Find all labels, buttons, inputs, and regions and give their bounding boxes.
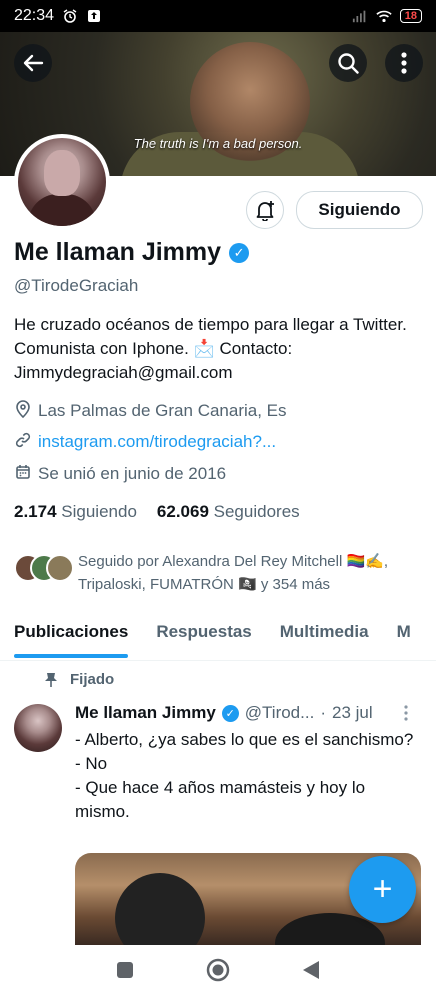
avatar-head	[44, 150, 80, 196]
profile-name: Me llaman Jimmy	[14, 238, 222, 266]
profile-location: Las Palmas de Gran Canaria, Es	[38, 401, 287, 420]
followers-count: 62.069	[156, 502, 209, 521]
joined-row: Se unió en junio de 2016	[14, 464, 226, 484]
more-vertical-icon	[404, 705, 408, 721]
pinned-label-row: Fijado	[44, 671, 114, 688]
link-row: instagram.com/tirodegraciah?...	[14, 432, 276, 452]
followed-by-row[interactable]: Seguido por Alexandra Del Rey Mitchell 🏳…	[14, 550, 436, 596]
link-icon	[14, 432, 32, 452]
tweet-separator: ·	[320, 703, 326, 722]
following-stat[interactable]: 2.174 Siguiendo	[14, 502, 137, 522]
tweet-header: Me llaman Jimmy ✓ @Tirod... · 23 jul	[75, 703, 373, 723]
followers-label: Seguidores	[213, 502, 300, 521]
back-nav-button[interactable]	[302, 960, 320, 985]
profile-link[interactable]: instagram.com/tirodegraciah?...	[38, 432, 276, 452]
system-nav-bar	[0, 945, 436, 1000]
calendar-icon	[14, 464, 32, 484]
avatar-body	[28, 194, 96, 226]
tweet-date[interactable]: 23 jul	[332, 703, 373, 723]
tweet-text-line: - Alberto, ¿ya sabes lo que es el sanchi…	[75, 730, 414, 749]
followed-by-text: Seguido por Alexandra Del Rey Mitchell 🏳…	[78, 553, 388, 593]
profile-joined: Se unió en junio de 2016	[38, 464, 227, 483]
home-circle-icon	[206, 958, 230, 982]
more-vertical-icon	[401, 52, 407, 74]
recents-button[interactable]	[116, 961, 134, 984]
follow-stats: 2.174 Siguiendo 62.069 Seguidores	[14, 502, 300, 522]
followers-stat[interactable]: 62.069 Seguidores	[157, 502, 300, 522]
following-button[interactable]: Siguiendo	[296, 191, 423, 229]
bell-plus-icon	[256, 201, 274, 221]
tab-multimedia[interactable]: Multimedia	[266, 608, 383, 660]
following-label: Siguiendo	[61, 502, 137, 521]
signal-icon	[352, 8, 368, 24]
followed-by-avatars	[14, 550, 74, 584]
compose-button[interactable]: +	[349, 856, 416, 923]
media-figure	[115, 873, 205, 945]
following-count: 2.174	[14, 502, 57, 521]
location-row: Las Palmas de Gran Canaria, Es	[14, 400, 287, 422]
tweet-text-line: - No	[75, 754, 108, 773]
tab-respuestas[interactable]: Respuestas	[142, 608, 265, 660]
verified-badge-icon[interactable]: ✓	[229, 242, 250, 263]
pinned-label: Fijado	[70, 671, 115, 688]
back-button[interactable]	[14, 44, 52, 82]
triangle-back-icon	[303, 961, 319, 979]
status-time: 22:34	[14, 7, 55, 24]
back-arrow-icon	[23, 54, 44, 72]
home-button[interactable]	[206, 958, 230, 987]
tab-more[interactable]: M	[383, 608, 425, 660]
plus-icon: +	[372, 870, 393, 908]
profile-name-row: Me llaman Jimmy ✓	[14, 238, 250, 267]
pin-icon	[45, 672, 57, 687]
status-bar: 22:34 18	[0, 0, 436, 32]
tweet-text-line: - Que hace 4 años mamásteis y hoy lo mis…	[75, 778, 366, 821]
square-icon	[117, 962, 133, 978]
tweet-author-handle: @Tirod...	[244, 703, 315, 722]
tweet-avatar[interactable]	[14, 704, 62, 752]
avatar	[46, 554, 74, 582]
battery-icon: 18	[399, 9, 422, 23]
tab-publicaciones[interactable]: Publicaciones	[0, 608, 142, 660]
tweet-author-name[interactable]: Me llaman Jimmy	[75, 703, 216, 723]
search-button[interactable]	[329, 44, 367, 82]
search-icon	[338, 53, 359, 74]
tweet-text: - Alberto, ¿ya sabes lo que es el sanchi…	[75, 728, 415, 824]
wifi-icon	[376, 8, 392, 24]
location-pin-icon	[14, 400, 32, 422]
profile-avatar[interactable]	[14, 134, 110, 230]
notifications-button[interactable]	[246, 191, 284, 229]
more-options-button[interactable]	[385, 44, 423, 82]
profile-handle: @TirodeGraciah	[14, 276, 139, 295]
upload-notification-icon	[86, 8, 102, 24]
profile-bio: He cruzado océanos de tiempo para llegar…	[14, 315, 407, 382]
profile-tabs: Publicaciones Respuestas Multimedia M	[0, 608, 436, 661]
tweet-more-button[interactable]	[404, 705, 408, 726]
alarm-icon	[62, 8, 78, 24]
verified-badge-icon: ✓	[221, 704, 239, 722]
